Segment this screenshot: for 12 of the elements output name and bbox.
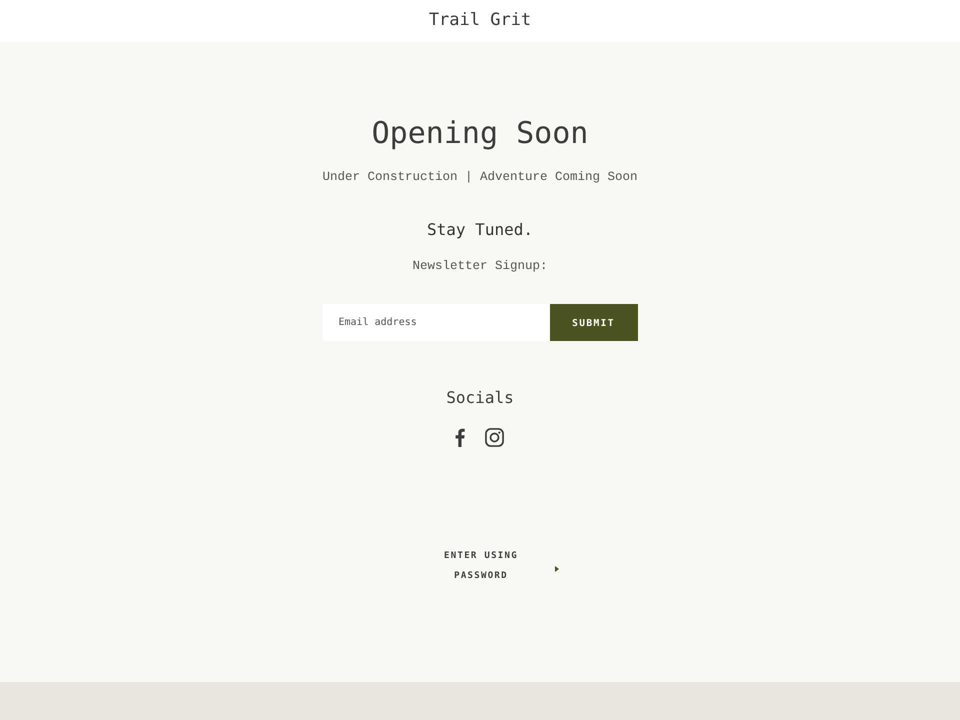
facebook-icon[interactable] <box>454 428 464 447</box>
newsletter-label: Newsletter Signup: <box>412 259 548 274</box>
tagline: Stay Tuned. <box>427 220 533 239</box>
subheading: Under Construction | Adventure Coming Soon <box>322 170 638 185</box>
site-title: Trail Grit <box>428 9 532 31</box>
submit-button[interactable]: SUBMIT <box>550 304 638 341</box>
socials-heading: Socials <box>446 388 514 407</box>
password-link[interactable]: ENTER USING PASSWORD <box>401 546 559 586</box>
email-field[interactable]: Email address <box>322 304 548 341</box>
caret-icon <box>555 566 559 572</box>
instagram-icon[interactable] <box>484 428 504 447</box>
page-heading: Opening Soon <box>372 116 588 152</box>
